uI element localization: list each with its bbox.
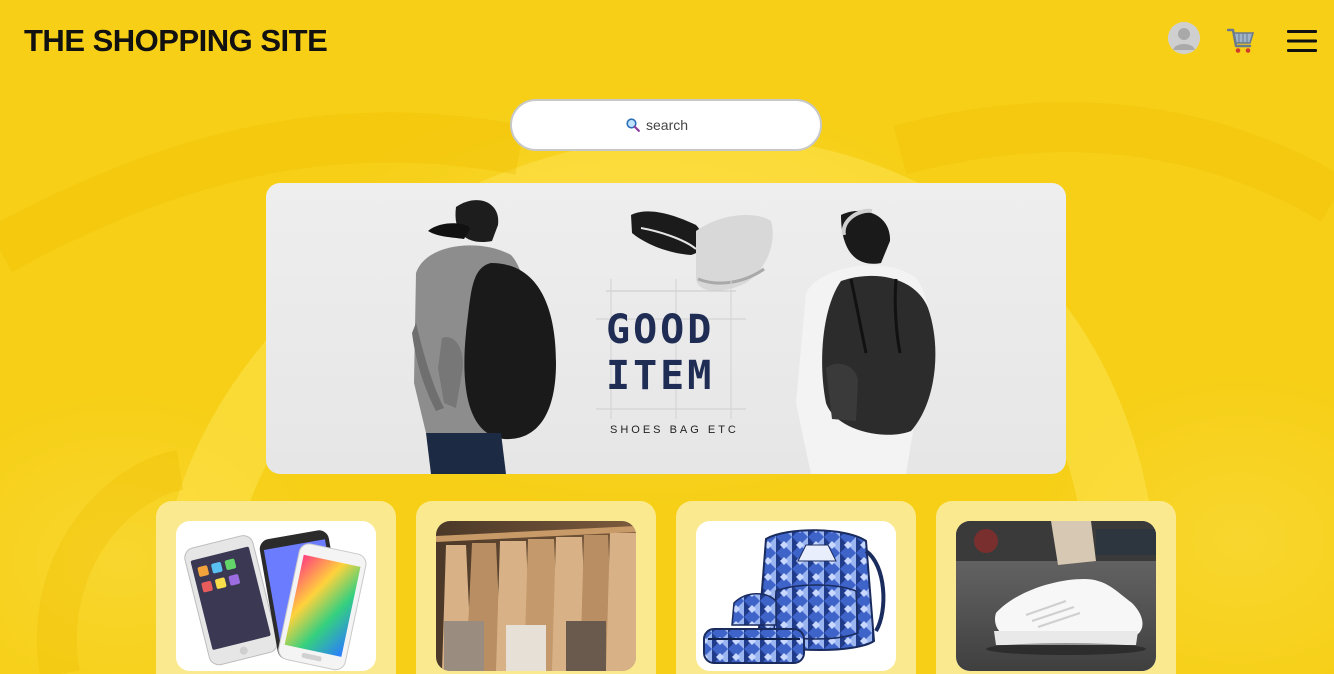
shopping-cart-icon[interactable] <box>1225 26 1257 56</box>
search-bar[interactable] <box>510 99 822 151</box>
site-brand[interactable]: THE SHOPPING SITE <box>24 22 328 60</box>
phones-category-card[interactable] <box>156 501 396 674</box>
hamburger-menu-icon[interactable] <box>1286 28 1318 54</box>
site-header: THE SHOPPING SITE <box>0 0 1334 82</box>
user-avatar-icon[interactable] <box>1168 22 1200 54</box>
bags-image <box>696 521 896 671</box>
banner-headline: GOOD ITEM <box>606 307 715 399</box>
search-input[interactable] <box>646 117 706 133</box>
category-cards <box>156 501 1176 674</box>
magnifier-icon <box>626 118 640 132</box>
banner-subline: SHOES BAG ETC <box>610 424 739 436</box>
clothing-category-card[interactable] <box>416 501 656 674</box>
phones-image <box>176 521 376 671</box>
hero-banner[interactable]: GOOD ITEM SHOES BAG ETC <box>266 183 1066 474</box>
clothing-image <box>436 521 636 671</box>
shoes-image <box>956 521 1156 671</box>
shoes-category-card[interactable] <box>936 501 1176 674</box>
bags-category-card[interactable] <box>676 501 916 674</box>
